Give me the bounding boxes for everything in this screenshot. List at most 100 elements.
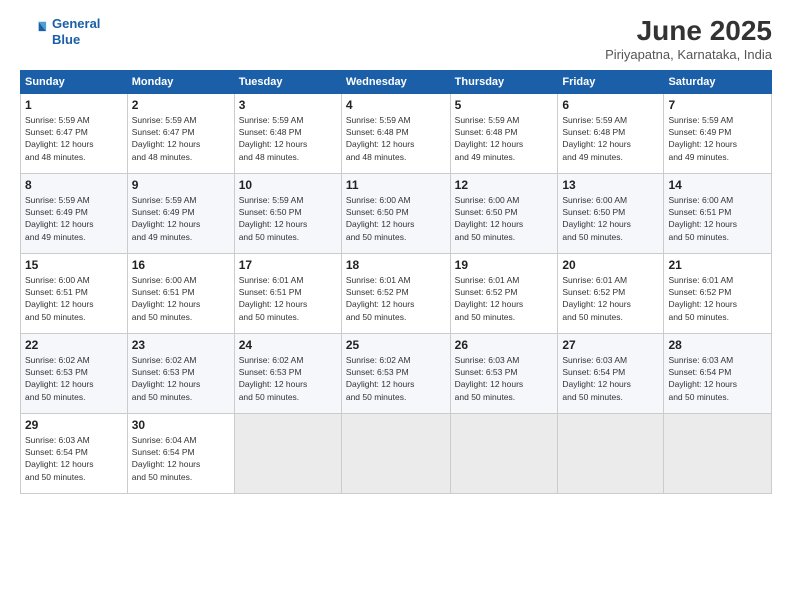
calendar-week-row: 22 Sunrise: 6:02 AM Sunset: 6:53 PM Dayli… xyxy=(21,333,772,413)
day-number: 17 xyxy=(239,258,337,272)
calendar-cell: 5 Sunrise: 5:59 AM Sunset: 6:48 PM Daylig… xyxy=(450,93,558,173)
logo-icon xyxy=(20,18,48,46)
calendar-cell: 1 Sunrise: 5:59 AM Sunset: 6:47 PM Daylig… xyxy=(21,93,128,173)
day-info: Sunrise: 6:01 AM Sunset: 6:51 PM Dayligh… xyxy=(239,274,337,323)
title-block: June 2025 Piriyapatna, Karnataka, India xyxy=(605,16,772,62)
calendar-cell: 10Sunrise: 5:59 AM Sunset: 6:50 PM Dayli… xyxy=(234,173,341,253)
day-number: 1 xyxy=(25,98,123,112)
month-title: June 2025 xyxy=(605,16,772,47)
day-number: 28 xyxy=(668,338,767,352)
calendar-cell: 12 Sunrise: 6:00 AM Sunset: 6:50 PM Dayli… xyxy=(450,173,558,253)
calendar-cell: 23Sunrise: 6:02 AM Sunset: 6:53 PM Dayli… xyxy=(127,333,234,413)
day-number: 20 xyxy=(562,258,659,272)
day-info: Sunrise: 6:00 AM Sunset: 6:51 PM Dayligh… xyxy=(25,274,123,323)
day-info: Sunrise: 6:02 AM Sunset: 6:53 PM Dayligh… xyxy=(239,354,337,403)
calendar-cell: 21 Sunrise: 6:01 AM Sunset: 6:52 PM Dayli… xyxy=(664,253,772,333)
day-info: Sunrise: 5:59 AM Sunset: 6:47 PM Dayligh… xyxy=(132,114,230,163)
day-number: 4 xyxy=(346,98,446,112)
calendar-cell: 28 Sunrise: 6:03 AM Sunset: 6:54 PM Dayli… xyxy=(664,333,772,413)
calendar-cell: 13 Sunrise: 6:00 AM Sunset: 6:50 PM Dayli… xyxy=(558,173,664,253)
day-info: Sunrise: 6:00 AM Sunset: 6:51 PM Dayligh… xyxy=(668,194,767,243)
calendar-table: SundayMondayTuesdayWednesdayThursdayFrid… xyxy=(20,70,772,494)
calendar-cell: 19Sunrise: 6:01 AM Sunset: 6:52 PM Dayli… xyxy=(450,253,558,333)
day-info: Sunrise: 5:59 AM Sunset: 6:48 PM Dayligh… xyxy=(562,114,659,163)
calendar-cell xyxy=(558,413,664,493)
weekday-header-tuesday: Tuesday xyxy=(234,70,341,93)
day-number: 6 xyxy=(562,98,659,112)
calendar-cell: 4 Sunrise: 5:59 AM Sunset: 6:48 PM Daylig… xyxy=(341,93,450,173)
calendar-cell: 7Sunrise: 5:59 AM Sunset: 6:49 PM Daylig… xyxy=(664,93,772,173)
day-number: 27 xyxy=(562,338,659,352)
day-number: 7 xyxy=(668,98,767,112)
weekday-header-friday: Friday xyxy=(558,70,664,93)
day-info: Sunrise: 6:01 AM Sunset: 6:52 PM Dayligh… xyxy=(562,274,659,323)
weekday-header-sunday: Sunday xyxy=(21,70,128,93)
calendar-page: General Blue June 2025 Piriyapatna, Karn… xyxy=(0,0,792,612)
day-number: 15 xyxy=(25,258,123,272)
day-info: Sunrise: 5:59 AM Sunset: 6:47 PM Dayligh… xyxy=(25,114,123,163)
day-number: 8 xyxy=(25,178,123,192)
day-info: Sunrise: 6:00 AM Sunset: 6:50 PM Dayligh… xyxy=(562,194,659,243)
day-info: Sunrise: 6:02 AM Sunset: 6:53 PM Dayligh… xyxy=(132,354,230,403)
logo-general: General xyxy=(52,16,100,31)
day-number: 5 xyxy=(455,98,554,112)
day-number: 16 xyxy=(132,258,230,272)
day-info: Sunrise: 6:02 AM Sunset: 6:53 PM Dayligh… xyxy=(25,354,123,403)
day-number: 2 xyxy=(132,98,230,112)
day-number: 14 xyxy=(668,178,767,192)
day-number: 25 xyxy=(346,338,446,352)
weekday-header-thursday: Thursday xyxy=(450,70,558,93)
day-info: Sunrise: 5:59 AM Sunset: 6:48 PM Dayligh… xyxy=(239,114,337,163)
calendar-cell: 14 Sunrise: 6:00 AM Sunset: 6:51 PM Dayli… xyxy=(664,173,772,253)
calendar-cell: 16 Sunrise: 6:00 AM Sunset: 6:51 PM Dayli… xyxy=(127,253,234,333)
day-number: 18 xyxy=(346,258,446,272)
day-info: Sunrise: 6:03 AM Sunset: 6:54 PM Dayligh… xyxy=(25,434,123,483)
day-info: Sunrise: 6:00 AM Sunset: 6:51 PM Dayligh… xyxy=(132,274,230,323)
day-info: Sunrise: 6:03 AM Sunset: 6:54 PM Dayligh… xyxy=(562,354,659,403)
day-number: 3 xyxy=(239,98,337,112)
day-number: 22 xyxy=(25,338,123,352)
day-number: 30 xyxy=(132,418,230,432)
day-info: Sunrise: 6:03 AM Sunset: 6:54 PM Dayligh… xyxy=(668,354,767,403)
weekday-header-saturday: Saturday xyxy=(664,70,772,93)
calendar-cell: 24Sunrise: 6:02 AM Sunset: 6:53 PM Dayli… xyxy=(234,333,341,413)
calendar-cell: 3 Sunrise: 5:59 AM Sunset: 6:48 PM Daylig… xyxy=(234,93,341,173)
calendar-cell: 8 Sunrise: 5:59 AM Sunset: 6:49 PM Daylig… xyxy=(21,173,128,253)
day-info: Sunrise: 6:03 AM Sunset: 6:53 PM Dayligh… xyxy=(455,354,554,403)
day-info: Sunrise: 6:01 AM Sunset: 6:52 PM Dayligh… xyxy=(455,274,554,323)
calendar-cell: 25Sunrise: 6:02 AM Sunset: 6:53 PM Dayli… xyxy=(341,333,450,413)
day-info: Sunrise: 5:59 AM Sunset: 6:48 PM Dayligh… xyxy=(455,114,554,163)
day-info: Sunrise: 6:01 AM Sunset: 6:52 PM Dayligh… xyxy=(346,274,446,323)
day-number: 21 xyxy=(668,258,767,272)
calendar-cell: 26 Sunrise: 6:03 AM Sunset: 6:53 PM Dayli… xyxy=(450,333,558,413)
weekday-header-monday: Monday xyxy=(127,70,234,93)
day-number: 12 xyxy=(455,178,554,192)
logo-text: General Blue xyxy=(52,16,100,47)
day-number: 11 xyxy=(346,178,446,192)
day-info: Sunrise: 5:59 AM Sunset: 6:49 PM Dayligh… xyxy=(132,194,230,243)
weekday-header-wednesday: Wednesday xyxy=(341,70,450,93)
calendar-cell: 22 Sunrise: 6:02 AM Sunset: 6:53 PM Dayli… xyxy=(21,333,128,413)
location: Piriyapatna, Karnataka, India xyxy=(605,47,772,62)
day-number: 9 xyxy=(132,178,230,192)
day-info: Sunrise: 5:59 AM Sunset: 6:49 PM Dayligh… xyxy=(25,194,123,243)
day-number: 13 xyxy=(562,178,659,192)
day-number: 29 xyxy=(25,418,123,432)
day-info: Sunrise: 6:01 AM Sunset: 6:52 PM Dayligh… xyxy=(668,274,767,323)
day-info: Sunrise: 5:59 AM Sunset: 6:48 PM Dayligh… xyxy=(346,114,446,163)
calendar-cell: 17 Sunrise: 6:01 AM Sunset: 6:51 PM Dayli… xyxy=(234,253,341,333)
calendar-header-row: SundayMondayTuesdayWednesdayThursdayFrid… xyxy=(21,70,772,93)
calendar-cell: 15 Sunrise: 6:00 AM Sunset: 6:51 PM Dayli… xyxy=(21,253,128,333)
calendar-week-row: 1 Sunrise: 5:59 AM Sunset: 6:47 PM Daylig… xyxy=(21,93,772,173)
calendar-cell: 6 Sunrise: 5:59 AM Sunset: 6:48 PM Daylig… xyxy=(558,93,664,173)
day-info: Sunrise: 6:00 AM Sunset: 6:50 PM Dayligh… xyxy=(455,194,554,243)
calendar-cell xyxy=(341,413,450,493)
calendar-week-row: 15 Sunrise: 6:00 AM Sunset: 6:51 PM Dayli… xyxy=(21,253,772,333)
day-number: 26 xyxy=(455,338,554,352)
day-number: 10 xyxy=(239,178,337,192)
logo: General Blue xyxy=(20,16,100,47)
header: General Blue June 2025 Piriyapatna, Karn… xyxy=(20,16,772,62)
calendar-cell: 30Sunrise: 6:04 AM Sunset: 6:54 PM Dayli… xyxy=(127,413,234,493)
calendar-week-row: 29 Sunrise: 6:03 AM Sunset: 6:54 PM Dayli… xyxy=(21,413,772,493)
calendar-cell xyxy=(664,413,772,493)
